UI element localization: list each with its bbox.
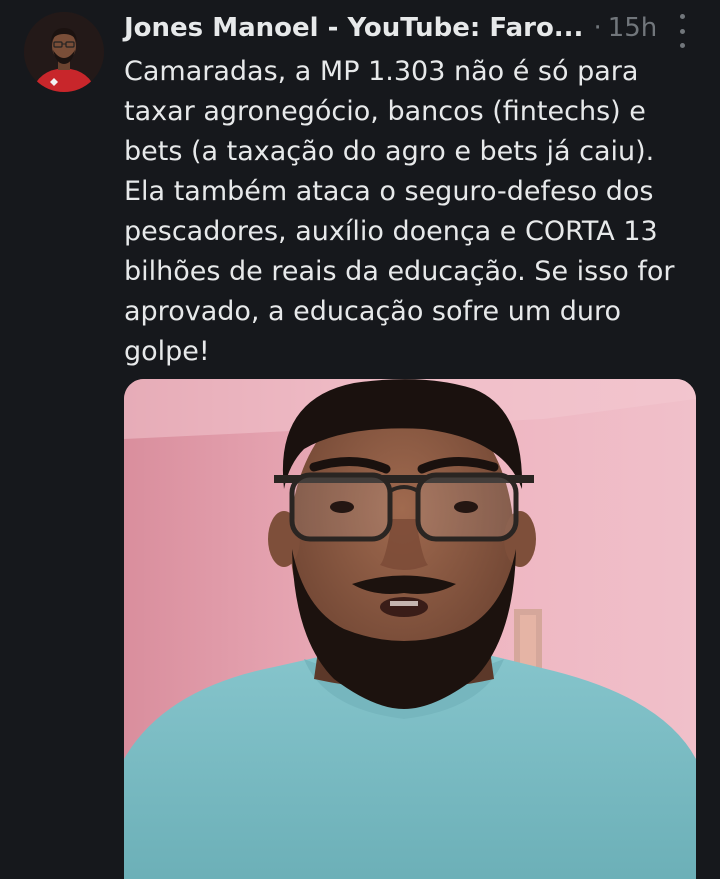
tweet-text-line: bets (a taxação do agro e bets já caiu). xyxy=(124,136,655,167)
more-vertical-icon-dot xyxy=(679,43,685,48)
tweet-text-line: bilhões de reais da educação. Se isso fo… xyxy=(124,256,675,287)
more-vertical-icon-dot xyxy=(679,14,685,19)
more-vertical-icon-dot xyxy=(679,28,685,34)
more-options-button[interactable] xyxy=(672,14,692,48)
author-avatar[interactable] xyxy=(24,12,104,92)
header-separator: · xyxy=(593,13,602,43)
tweet-video-media[interactable] xyxy=(124,379,696,879)
author-name[interactable]: Jones Manoel - YouTube: Faro... xyxy=(124,13,583,43)
tweet-text-line: aprovado, a educação sofre um duro xyxy=(124,296,621,327)
tweet-text-line: pescadores, auxílio doença e CORTA 13 xyxy=(124,216,658,247)
tweet-text-line: Camaradas, a MP 1.303 não é só para xyxy=(124,56,639,87)
tweet-header: Jones Manoel - YouTube: Faro... · 15h xyxy=(124,8,660,48)
tweet-text-line: golpe! xyxy=(124,336,210,367)
tweet-card[interactable]: Jones Manoel - YouTube: Faro... · 15h Ca… xyxy=(0,0,720,879)
tweet-text: Camaradas, a MP 1.303 não é só para taxa… xyxy=(124,52,704,372)
video-frame xyxy=(124,379,696,879)
tweet-text-line: taxar agronegócio, bancos (fintechs) e xyxy=(124,96,646,127)
tweet-timestamp[interactable]: 15h xyxy=(608,13,658,43)
avatar-image xyxy=(24,12,104,92)
tweet-text-line: Ela também ataca o seguro-defeso dos xyxy=(124,176,654,207)
